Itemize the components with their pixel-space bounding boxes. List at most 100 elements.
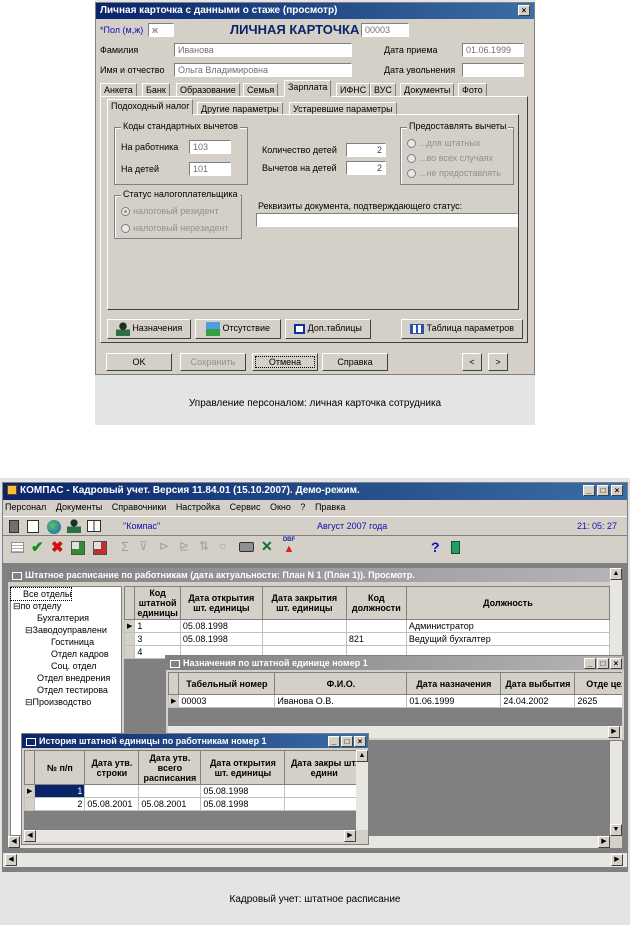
excel-icon[interactable]: ✕ [261, 538, 273, 555]
close-button[interactable]: × [610, 658, 622, 669]
kids-deduct-field[interactable]: 2 [346, 161, 386, 175]
close-button[interactable]: × [354, 736, 366, 747]
fire-date-field[interactable] [462, 63, 524, 77]
tree-item-by-department[interactable]: ⊟по отделу [11, 600, 121, 612]
table-cell[interactable]: 821 [345, 632, 407, 646]
maximize-button[interactable]: □ [341, 736, 353, 747]
maximize-button[interactable]: □ [597, 485, 609, 496]
maximize-button[interactable]: □ [597, 658, 609, 669]
table-cell[interactable] [284, 784, 356, 798]
history-vscrollbar[interactable] [356, 750, 368, 830]
close-button[interactable]: × [611, 485, 623, 496]
menu-documents[interactable]: Документы [56, 502, 102, 512]
tab-family[interactable]: Семья [243, 83, 279, 97]
col-unit-code[interactable]: Код штатной единицы [134, 586, 181, 620]
table-cell[interactable]: 05.08.1998 [200, 797, 286, 811]
worker-code-field[interactable]: 103 [189, 140, 231, 154]
name-field[interactable]: Ольга Владимировна [174, 63, 352, 77]
tab-vus[interactable]: ВУС [370, 83, 396, 97]
lightbulb-icon[interactable]: ○ [219, 539, 226, 553]
tab-documents[interactable]: Документы [400, 83, 455, 97]
calendar-icon[interactable] [27, 520, 39, 533]
table-cell[interactable]: 00003 [178, 694, 276, 708]
menu-service[interactable]: Сервис [230, 502, 261, 512]
status-option-resident[interactable]: налоговый резидент [121, 206, 219, 217]
menu-help[interactable]: ? [300, 502, 305, 512]
tab-bank[interactable]: Банк [142, 83, 170, 97]
children-code-field[interactable]: 101 [189, 162, 231, 176]
close-button[interactable]: × [518, 5, 530, 16]
table-cell[interactable]: 05.08.2001 [84, 797, 140, 811]
tree-item-all-departments[interactable]: Все отделы [9, 587, 73, 601]
menu-settings[interactable]: Настройка [176, 502, 220, 512]
col-full-name[interactable]: Ф.И.О. [274, 672, 408, 695]
provide-option-staff[interactable]: ...для штатных [407, 138, 481, 149]
cancel-button[interactable]: Отмена [252, 353, 318, 371]
expand-minus-icon[interactable]: ⊟ [25, 625, 33, 635]
scroll-right-arrow[interactable]: ▶ [598, 836, 610, 848]
main-hscrollbar[interactable] [3, 853, 627, 867]
col-close-date[interactable]: Дата закры шт. едини [284, 750, 356, 785]
expand-minus-icon[interactable]: ⊟ [13, 601, 21, 611]
kids-count-field[interactable]: 2 [346, 143, 386, 157]
expand-minus-icon[interactable]: ⊟ [25, 697, 33, 707]
help-button[interactable]: Справка [322, 353, 388, 371]
row-indicator[interactable]: ▶ [24, 784, 36, 798]
scroll-right-arrow[interactable]: ▶ [608, 726, 620, 738]
table-cell[interactable] [261, 632, 347, 646]
col-open-date[interactable]: Дата открытия шт. единицы [200, 750, 286, 785]
list-icon[interactable] [11, 542, 24, 553]
tree-item-hr-department[interactable]: Отдел кадров [11, 648, 121, 660]
tree-item-management[interactable]: ⊟Заводоуправлени [11, 624, 121, 636]
table-cell[interactable]: 05.08.1998 [179, 632, 263, 646]
scroll-up-arrow[interactable]: ▲ [356, 750, 368, 762]
save-button[interactable]: Сохранить [180, 353, 246, 371]
filter-add-icon[interactable]: ⊳ [159, 539, 169, 553]
table-cell[interactable] [284, 797, 356, 811]
row-indicator[interactable]: ▶ [123, 619, 136, 633]
extra-tables-button[interactable]: Доп.таблицы [285, 319, 371, 339]
filter-clear-icon[interactable]: ⊵ [179, 539, 189, 553]
add-record-icon[interactable] [71, 541, 85, 555]
row-indicator[interactable] [123, 645, 136, 659]
next-button[interactable]: > [488, 353, 508, 371]
table-cell[interactable] [345, 619, 407, 633]
sort-icon[interactable]: ⇅ [199, 539, 209, 553]
col-position[interactable]: Должность [405, 586, 611, 620]
table-cell[interactable]: 1 [134, 619, 181, 633]
menu-references[interactable]: Справочники [112, 502, 167, 512]
table-cell[interactable]: Администратор [405, 619, 611, 633]
col-tab-number[interactable]: Табельный номер [178, 672, 276, 695]
table-cell[interactable]: 1 [34, 784, 86, 798]
table-row[interactable]: ▶ 1 05.08.1998 Администратор [123, 619, 611, 633]
delete-icon[interactable]: ✖ [51, 538, 64, 556]
table-cell[interactable]: 2625 [574, 694, 622, 708]
tree-item-accounting[interactable]: Бухгалтерия [11, 612, 121, 624]
minimize-button[interactable]: _ [584, 658, 596, 669]
scroll-left-arrow[interactable]: ◀ [8, 836, 20, 848]
col-open-date[interactable]: Дата открытия шт. единицы [179, 586, 263, 620]
menu-personnel[interactable]: Персонал [5, 502, 46, 512]
col-close-date[interactable]: Дата закрытия шт. единицы [261, 586, 347, 620]
book-icon[interactable] [87, 520, 101, 532]
assignments-button[interactable]: Назначения [107, 319, 191, 339]
card-number-field[interactable]: 00003 [361, 23, 409, 37]
help-icon[interactable]: ? [431, 539, 440, 555]
surname-field[interactable]: Иванова [174, 43, 352, 57]
calculator-icon[interactable] [9, 520, 19, 533]
table-cell[interactable]: 2 [34, 797, 86, 811]
tree-item-social-department[interactable]: Соц. отдел [11, 660, 121, 672]
scroll-down-arrow[interactable]: ▼ [610, 824, 622, 836]
dbf-export-icon[interactable]: DBF ▲ [279, 537, 299, 555]
row-indicator[interactable] [123, 632, 136, 646]
exit-door-icon[interactable] [451, 541, 460, 554]
table-cell[interactable]: Иванова О.В. [274, 694, 408, 708]
tab-salary[interactable]: Зарплата [284, 80, 332, 97]
filter-icon[interactable]: ⊽ [139, 539, 148, 553]
copy-record-icon[interactable] [93, 541, 107, 555]
provide-option-all[interactable]: ...во всех случаях [407, 153, 493, 164]
table-cell[interactable] [261, 619, 347, 633]
scroll-right-arrow[interactable]: ▶ [344, 830, 356, 842]
col-leave-date[interactable]: Дата выбытия [500, 672, 576, 695]
tab-education[interactable]: Образование [176, 83, 240, 97]
